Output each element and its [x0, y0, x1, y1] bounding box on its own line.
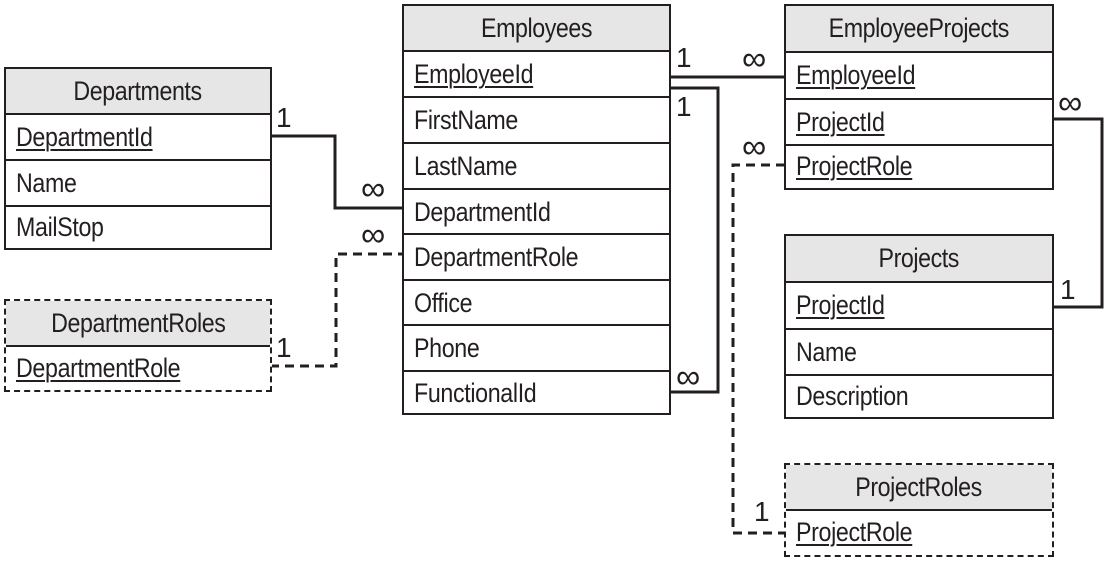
table-title: ProjectRoles — [786, 465, 1052, 511]
field-name[interactable]: Name — [786, 330, 1052, 376]
field-mailstop[interactable]: MailStop — [6, 207, 270, 248]
cardinality-one: 1 — [1060, 274, 1076, 305]
rel-employees-self-functional — [669, 86, 720, 394]
table-employees[interactable]: Employees EmployeeId FirstName LastName … — [402, 4, 671, 415]
field-employeeid[interactable]: EmployeeId — [786, 53, 1052, 100]
field-description[interactable]: Description — [786, 376, 1052, 417]
table-title: EmployeeProjects — [786, 6, 1052, 53]
table-title: DepartmentRoles — [6, 301, 270, 347]
field-projectid[interactable]: ProjectId — [786, 100, 1052, 146]
field-functionalid[interactable]: FunctionalId — [404, 372, 669, 415]
field-phone[interactable]: Phone — [404, 326, 669, 372]
table-departmentroles[interactable]: DepartmentRoles DepartmentRole — [4, 299, 272, 392]
cardinality-many: ∞ — [742, 128, 767, 166]
table-title: Projects — [786, 236, 1052, 283]
cardinality-one: 1 — [276, 332, 292, 363]
table-departments[interactable]: Departments DepartmentId Name MailStop — [4, 67, 272, 250]
cardinality-many: ∞ — [361, 170, 386, 208]
cardinality-one: 1 — [276, 102, 292, 133]
cardinality-many: ∞ — [361, 216, 386, 254]
field-employeeid[interactable]: EmployeeId — [404, 52, 669, 98]
cardinality-many: ∞ — [742, 40, 767, 78]
table-projectroles[interactable]: ProjectRoles ProjectRole — [784, 463, 1054, 557]
cardinality-one: 1 — [676, 91, 692, 122]
field-departmentrole[interactable]: DepartmentRole — [6, 347, 270, 390]
field-lastname[interactable]: LastName — [404, 144, 669, 190]
field-name[interactable]: Name — [6, 161, 270, 207]
field-firstname[interactable]: FirstName — [404, 98, 669, 144]
field-departmentid[interactable]: DepartmentId — [6, 115, 270, 161]
cardinality-many: ∞ — [676, 358, 701, 396]
field-projectrole[interactable]: ProjectRole — [786, 511, 1052, 555]
cardinality-one: 1 — [754, 496, 770, 527]
cardinality-one: 1 — [676, 42, 692, 73]
field-departmentrole[interactable]: DepartmentRole — [404, 235, 669, 281]
rel-projectroles-employeeprojects — [731, 163, 785, 535]
field-office[interactable]: Office — [404, 281, 669, 326]
cardinality-many: ∞ — [1058, 84, 1083, 122]
table-projects[interactable]: Projects ProjectId Name Description — [784, 234, 1054, 419]
field-projectrole[interactable]: ProjectRole — [786, 146, 1052, 188]
field-departmentid[interactable]: DepartmentId — [404, 190, 669, 235]
table-title: Departments — [6, 69, 270, 115]
table-employeeprojects[interactable]: EmployeeProjects EmployeeId ProjectId Pr… — [784, 4, 1054, 190]
field-projectid[interactable]: ProjectId — [786, 283, 1052, 330]
table-title: Employees — [404, 6, 669, 52]
